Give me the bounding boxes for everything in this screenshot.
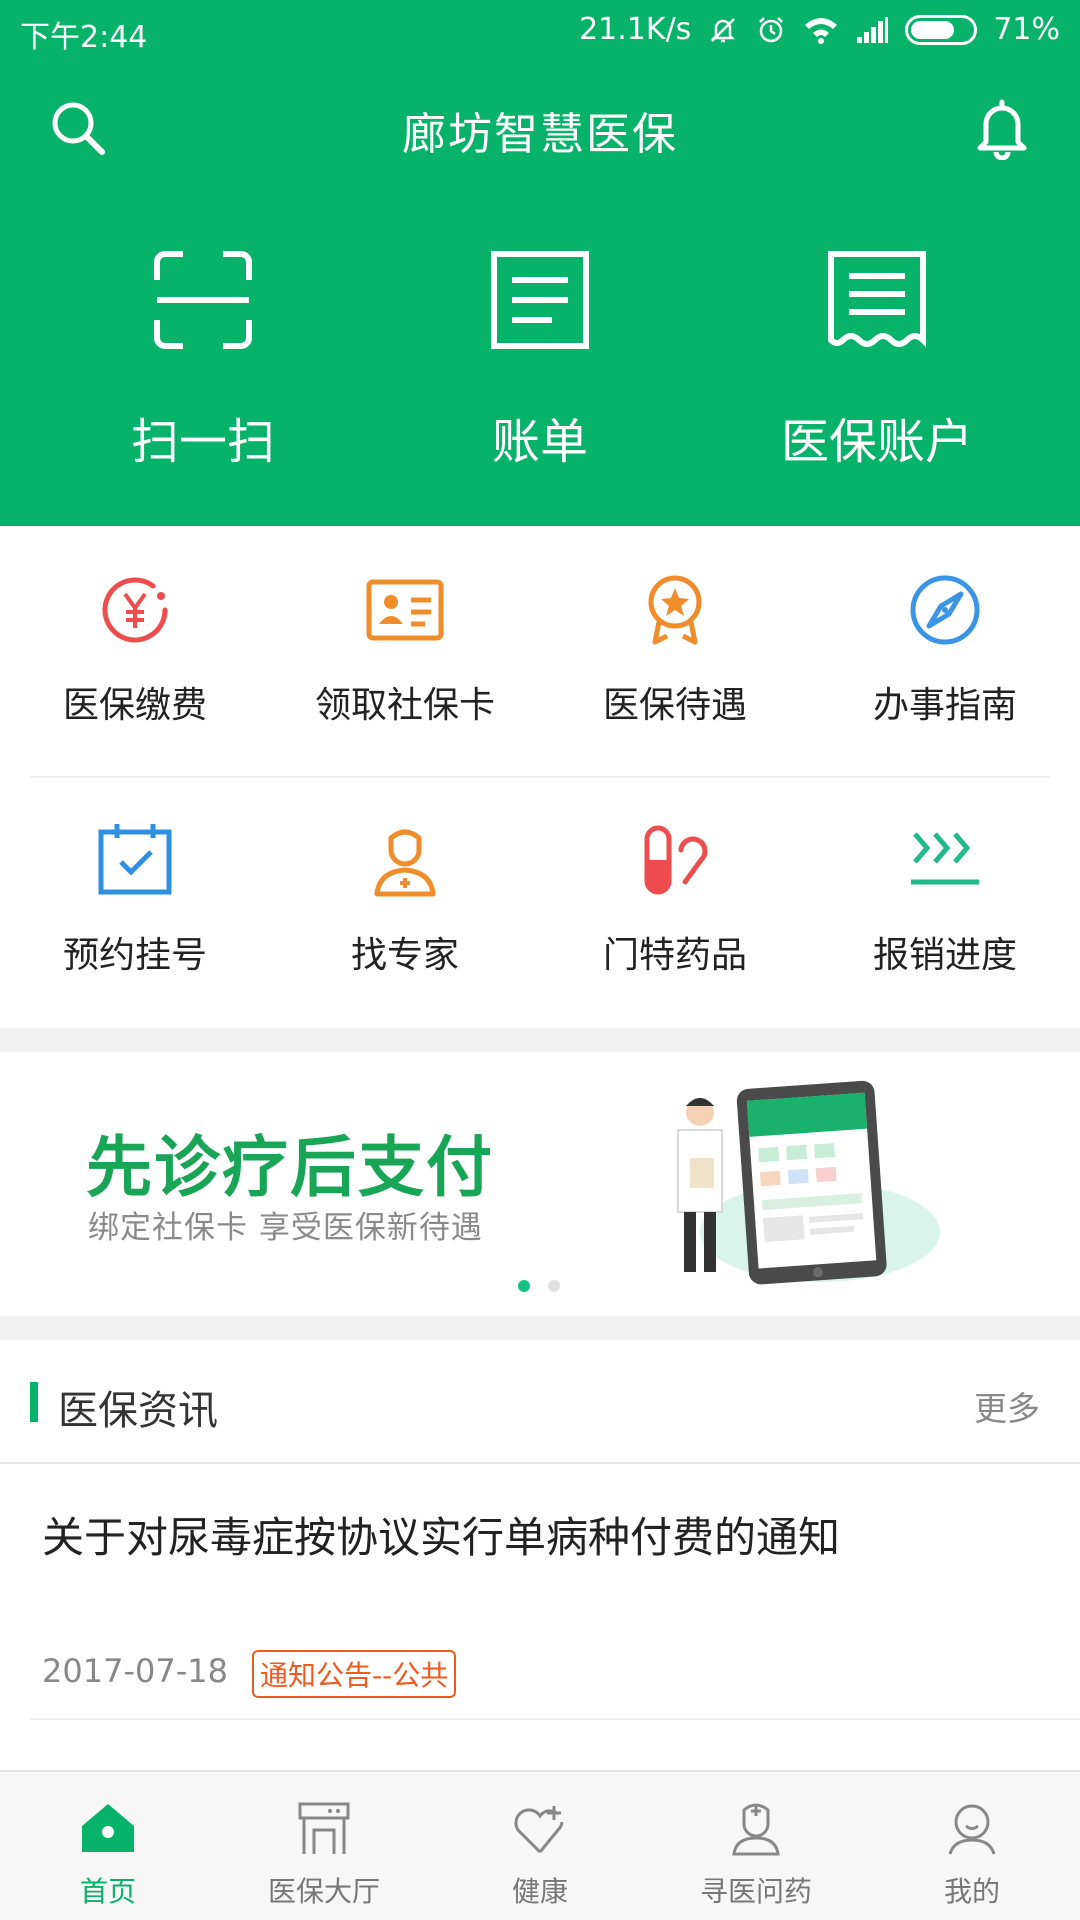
compass-icon [910, 575, 980, 645]
wifi-icon [805, 17, 838, 44]
service-label: 医保缴费 [62, 685, 207, 726]
scan-icon [154, 251, 252, 349]
news-section-title: 医保资讯 [58, 1388, 218, 1434]
notification-button[interactable] [974, 96, 1030, 161]
tab-label: 首页 [79, 1875, 136, 1908]
service-label: 预约挂号 [62, 935, 207, 976]
service-label: 领取社保卡 [314, 685, 495, 726]
section-accent-bar [30, 1382, 38, 1422]
tab-label: 我的 [943, 1875, 1000, 1908]
scan-button[interactable]: 扫一扫 [33, 250, 373, 472]
progress-chevrons-icon [911, 832, 979, 885]
home-screen: 下午2:44 21.1K/s 71% 廊坊智慧医保 扫一扫 账单 医保账户 医保… [0, 0, 1080, 1920]
id-card-icon [366, 579, 444, 641]
grid-divider [30, 776, 1050, 778]
battery-level [911, 20, 954, 39]
service-payment[interactable]: 医保缴费 [0, 570, 270, 728]
news-item[interactable]: 关于对尿毒症按协议实行单病种付费的通知 2017-07-18 通知公告--公共 [0, 1504, 1080, 1714]
service-label: 办事指南 [872, 685, 1017, 726]
calendar-check-icon [98, 824, 172, 895]
service-label: 报销进度 [872, 935, 1017, 976]
yuan-icon [102, 577, 168, 643]
status-bar: 下午2:44 21.1K/s 71% [0, 0, 1080, 62]
status-indicators: 21.1K/s 71% [579, 12, 1060, 47]
doctor-tablet-illustration [677, 1080, 940, 1285]
award-icon [648, 575, 702, 645]
insurance-account-label: 医保账户 [780, 414, 973, 470]
tab-profile[interactable]: 我的 [864, 1798, 1080, 1910]
bill-button[interactable]: 账单 [370, 250, 710, 472]
bill-icon [491, 251, 589, 349]
banner-title: 先诊疗后支付 [86, 1129, 494, 1206]
service-find-expert[interactable]: 找专家 [270, 820, 540, 978]
service-benefits[interactable]: 医保待遇 [540, 570, 810, 728]
service-special-drugs[interactable]: 门特药品 [540, 820, 810, 978]
news-item-date: 2017-07-18 [42, 1652, 228, 1690]
battery-icon [905, 14, 978, 45]
network-speed: 21.1K/s [579, 12, 692, 47]
user-icon [948, 1804, 996, 1855]
carousel-dot[interactable] [518, 1280, 530, 1292]
signal-icon [857, 16, 889, 43]
tab-insurance-hall[interactable]: 医保大厅 [216, 1798, 432, 1910]
doctor-icon [374, 829, 436, 897]
service-reimbursement-progress[interactable]: 报销进度 [810, 820, 1080, 978]
insurance-account-button[interactable]: 医保账户 [707, 250, 1047, 472]
heart-plus-icon [514, 1806, 564, 1854]
bottom-tab-bar: 首页 医保大厅 健康 寻医问药 我的 [0, 1770, 1080, 1920]
status-time: 下午2:44 [20, 20, 148, 55]
scan-label: 扫一扫 [130, 414, 275, 470]
more-link[interactable]: 更多 [974, 1382, 1040, 1430]
header-panel: 下午2:44 21.1K/s 71% 廊坊智慧医保 扫一扫 账单 医保账户 [0, 0, 1080, 526]
service-label: 医保待遇 [602, 685, 747, 726]
page-title: 廊坊智慧医保 [402, 109, 678, 160]
mute-icon [711, 17, 736, 42]
carousel-indicator [518, 1280, 560, 1292]
service-grid: 医保缴费 领取社保卡 医保待遇 办事指南 预约挂号 找专家 门特药品 报销进度 [0, 526, 1080, 1028]
nurse-icon [732, 1803, 780, 1856]
tab-label: 健康 [511, 1875, 568, 1908]
alarm-icon [759, 16, 784, 42]
news-item-tag: 通知公告--公共 [252, 1650, 457, 1698]
hall-icon [298, 1802, 350, 1854]
news-section: 医保资讯 更多 关于对尿毒症按协议实行单病种付费的通知 2017-07-18 通… [0, 1340, 1080, 1816]
tab-label: 寻医问药 [699, 1875, 812, 1908]
home-icon [82, 1804, 134, 1852]
service-appointment[interactable]: 预约挂号 [0, 820, 270, 978]
pill-icon [644, 825, 708, 895]
tab-label: 医保大厅 [267, 1875, 380, 1908]
receipt-icon [828, 251, 926, 348]
service-label: 找专家 [350, 935, 459, 976]
tab-health[interactable]: 健康 [432, 1798, 648, 1910]
service-social-card[interactable]: 领取社保卡 [270, 570, 540, 728]
bill-label: 账单 [491, 414, 588, 470]
promo-banner[interactable]: 先诊疗后支付 绑定社保卡 享受医保新待遇 [0, 1052, 1080, 1316]
service-guide[interactable]: 办事指南 [810, 570, 1080, 728]
service-label: 门特药品 [602, 935, 747, 976]
tab-find-doctor[interactable]: 寻医问药 [648, 1798, 864, 1910]
news-divider [30, 1718, 1080, 1720]
carousel-dot[interactable] [548, 1280, 560, 1292]
bell-icon [977, 99, 1027, 161]
tab-home[interactable]: 首页 [0, 1798, 216, 1910]
news-item-title: 关于对尿毒症按协议实行单病种付费的通知 [42, 1513, 841, 1562]
banner-subtitle: 绑定社保卡 享受医保新待遇 [88, 1210, 483, 1246]
battery-percent: 71% [993, 12, 1060, 47]
news-header: 医保资讯 更多 [0, 1340, 1080, 1464]
